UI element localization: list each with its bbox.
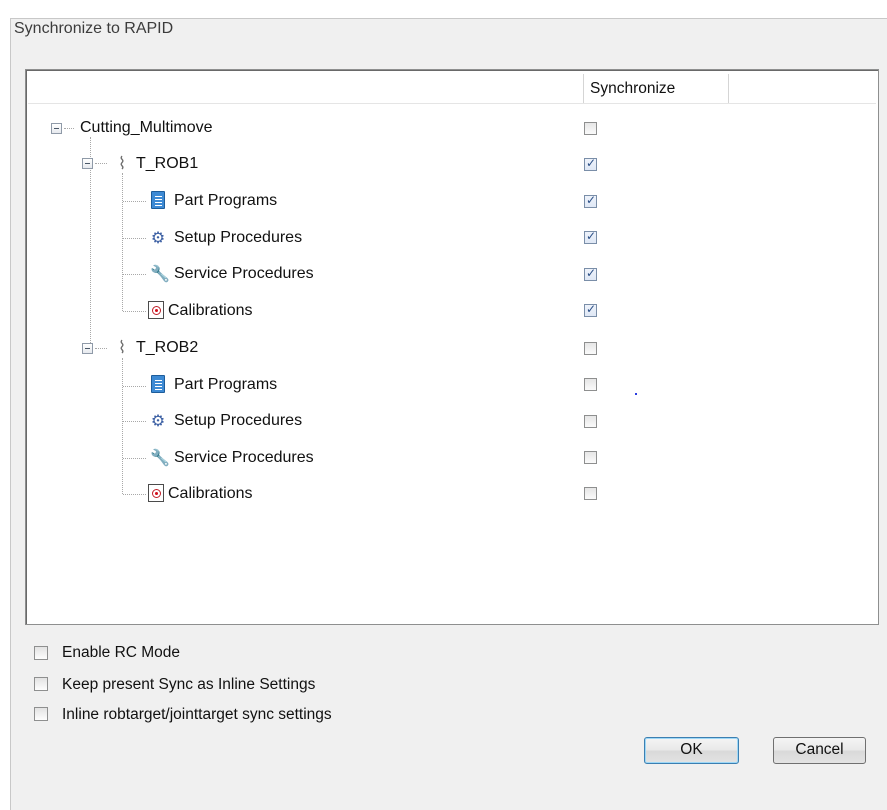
tree-node-trob1-calibrations[interactable]: Calibrations (168, 302, 252, 320)
sync-checkbox-trob1-calibrations[interactable] (584, 302, 597, 317)
dialog-title: Synchronize to RAPID (14, 20, 174, 37)
tree-node-trob2-setup-procedures[interactable]: Setup Procedures (174, 412, 302, 430)
target-icon (148, 484, 164, 502)
tree-guide (123, 274, 146, 275)
keep-sync-inline-checkbox[interactable] (34, 677, 48, 691)
column-header-synchronize[interactable]: Synchronize (583, 74, 729, 103)
stray-pixel (635, 393, 637, 395)
tree-node-trob1-part-programs[interactable]: Part Programs (174, 192, 277, 210)
collapse-root-icon[interactable] (51, 123, 62, 134)
sync-checkbox-trob2-calibrations[interactable] (584, 487, 597, 500)
tree-node-trob2-part-programs[interactable]: Part Programs (174, 376, 277, 394)
tree-guide (123, 458, 146, 459)
header-divider (28, 103, 876, 104)
inline-target-sync-checkbox[interactable] (34, 707, 48, 721)
ok-button[interactable]: OK (644, 737, 739, 764)
collapse-trob1-icon[interactable] (82, 158, 93, 169)
document-icon (151, 191, 165, 209)
wrench-icon: 🔧 (150, 448, 170, 467)
sync-checkbox-trob2-setup-procedures[interactable] (584, 415, 597, 428)
tree-guide (123, 421, 146, 422)
sync-checkbox-trob1[interactable] (584, 156, 597, 171)
robot-icon: ⌇ (117, 154, 127, 174)
tree-guide (64, 128, 74, 129)
tree-guide (123, 238, 146, 239)
collapse-trob2-icon[interactable] (82, 343, 93, 354)
tree-node-root-label[interactable]: Cutting_Multimove (80, 119, 213, 137)
tree-node-trob2-calibrations[interactable]: Calibrations (168, 485, 252, 503)
tree-guide (123, 386, 146, 387)
tree-guide (123, 494, 146, 495)
sync-checkbox-trob1-part-programs[interactable] (584, 193, 597, 208)
tree-node-trob1-service-procedures[interactable]: Service Procedures (174, 265, 314, 283)
tree-guide (122, 173, 123, 311)
tree-node-trob1-label[interactable]: T_ROB1 (136, 155, 198, 173)
tree-node-trob1-setup-procedures[interactable]: Setup Procedures (174, 229, 302, 247)
tree-guide (123, 311, 146, 312)
sync-checkbox-trob2-service-procedures[interactable] (584, 451, 597, 464)
tree-node-trob2-label[interactable]: T_ROB2 (136, 339, 198, 357)
gear-icon: ⚙ (150, 411, 166, 430)
sync-checkbox-trob1-setup-procedures[interactable] (584, 229, 597, 244)
sync-checkbox-trob2-part-programs[interactable] (584, 378, 597, 391)
sync-checkbox-root[interactable] (584, 122, 597, 135)
keep-sync-inline-label[interactable]: Keep present Sync as Inline Settings (62, 676, 315, 694)
gear-icon: ⚙ (150, 228, 166, 247)
sync-checkbox-trob1-service-procedures[interactable] (584, 266, 597, 281)
tree-guide (122, 358, 123, 494)
target-icon (148, 301, 164, 319)
tree-guide (95, 348, 107, 349)
robot-icon: ⌇ (117, 338, 127, 358)
tree-guide (123, 201, 146, 202)
enable-rc-mode-label[interactable]: Enable RC Mode (62, 644, 180, 662)
wrench-icon: 🔧 (150, 264, 170, 283)
cancel-button[interactable]: Cancel (773, 737, 866, 764)
tree-guide (95, 163, 107, 164)
tree-node-trob2-service-procedures[interactable]: Service Procedures (174, 449, 314, 467)
document-icon (151, 375, 165, 393)
enable-rc-mode-checkbox[interactable] (34, 646, 48, 660)
sync-checkbox-trob2[interactable] (584, 342, 597, 355)
inline-target-sync-label[interactable]: Inline robtarget/jointtarget sync settin… (62, 706, 332, 724)
